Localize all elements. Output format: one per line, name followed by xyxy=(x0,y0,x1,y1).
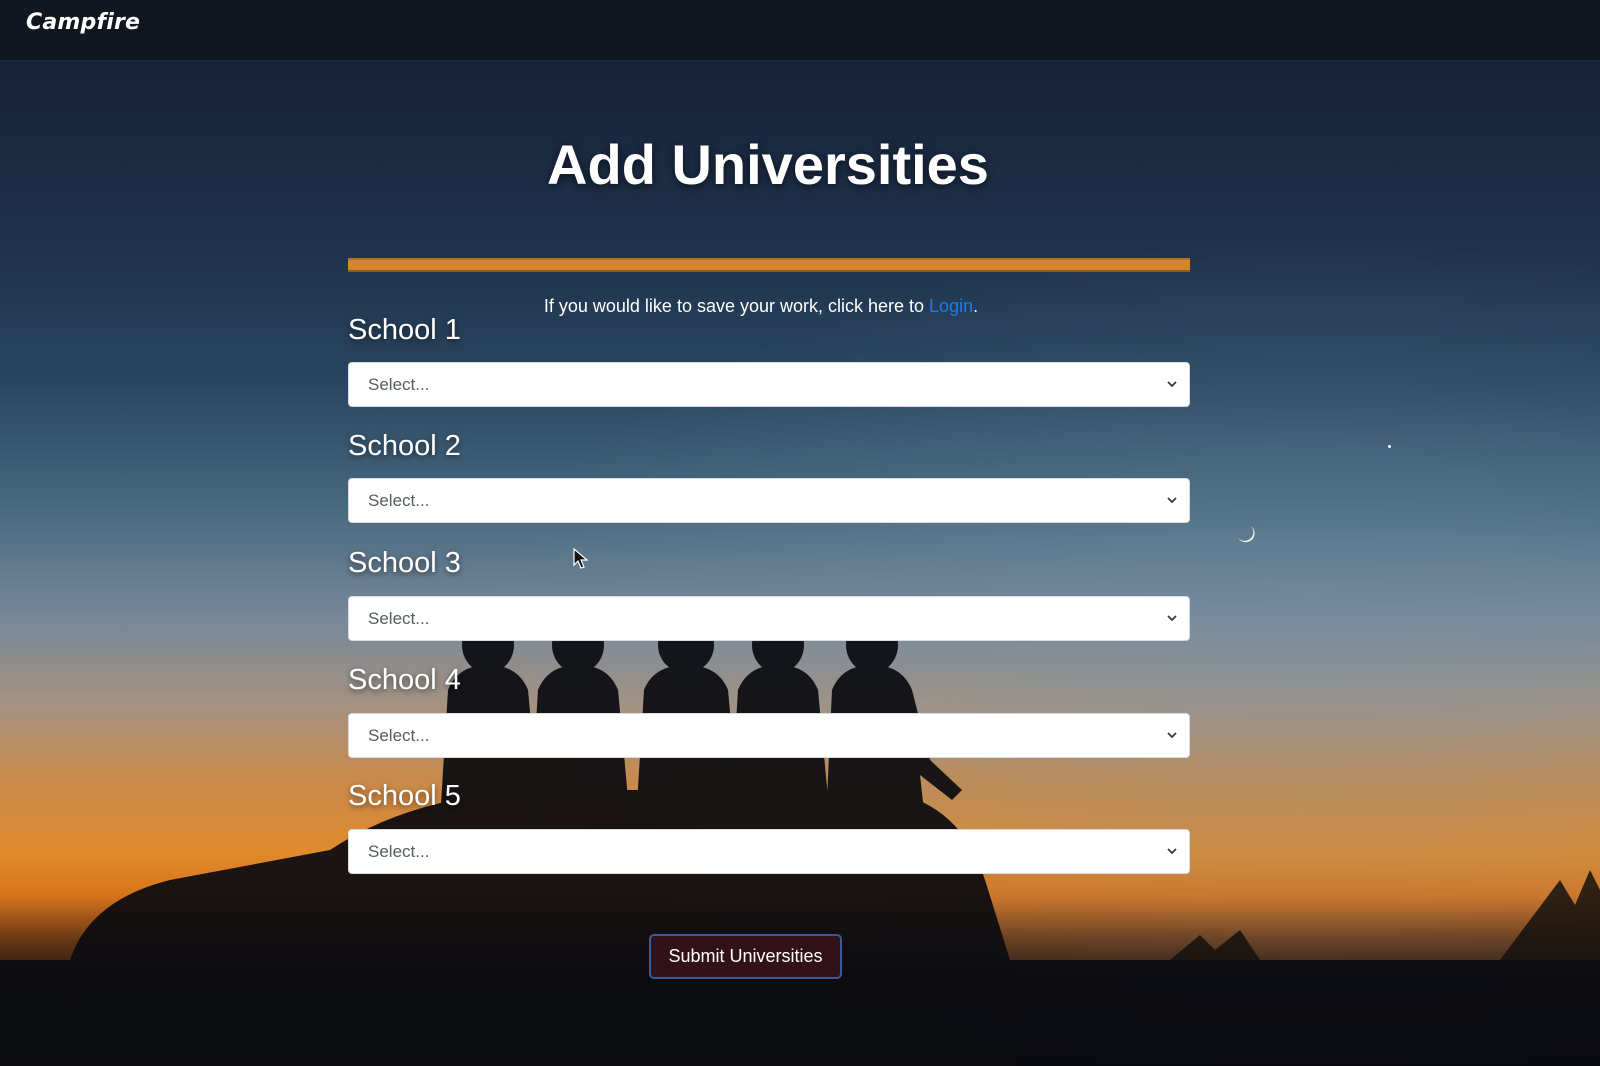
chevron-down-icon xyxy=(1167,497,1177,504)
school-4-label: School 4 xyxy=(348,664,461,696)
login-notice: If you would like to save your work, cli… xyxy=(348,296,1174,317)
login-link[interactable]: Login xyxy=(929,296,973,316)
school-2-label: School 2 xyxy=(348,430,461,462)
mouse-pointer-icon xyxy=(573,548,589,569)
school-3-select-value: Select... xyxy=(368,609,430,628)
chevron-down-icon xyxy=(1167,848,1177,855)
school-1-select-value: Select... xyxy=(368,375,430,394)
star-decoration xyxy=(1388,445,1391,448)
login-notice-text: If you would like to save your work, cli… xyxy=(543,296,930,316)
submit-universities-button[interactable]: Submit Universities xyxy=(649,934,842,979)
school-3-label: School 3 xyxy=(348,547,461,579)
page: Campfire Add Universities If you would l… xyxy=(0,0,1600,1066)
school-4-select[interactable]: Select... xyxy=(348,713,1190,758)
school-2-select[interactable]: Select... xyxy=(348,478,1190,523)
brand-logo[interactable]: Campfire xyxy=(26,10,140,35)
school-2-select-value: Select... xyxy=(368,491,430,510)
chevron-down-icon xyxy=(1167,381,1177,388)
accent-divider xyxy=(348,258,1190,272)
navbar: Campfire xyxy=(0,0,1600,60)
school-5-select[interactable]: Select... xyxy=(348,829,1190,874)
school-3-select[interactable]: Select... xyxy=(348,596,1190,641)
school-5-select-value: Select... xyxy=(368,842,430,861)
crescent-moon-icon xyxy=(1238,526,1255,543)
chevron-down-icon xyxy=(1167,732,1177,739)
school-1-label: School 1 xyxy=(348,314,461,346)
school-5-label: School 5 xyxy=(348,780,461,812)
login-notice-suffix: . xyxy=(973,296,979,316)
school-1-select[interactable]: Select... xyxy=(348,362,1190,407)
page-title: Add Universities xyxy=(547,133,989,196)
school-4-select-value: Select... xyxy=(368,726,430,745)
chevron-down-icon xyxy=(1167,615,1177,622)
